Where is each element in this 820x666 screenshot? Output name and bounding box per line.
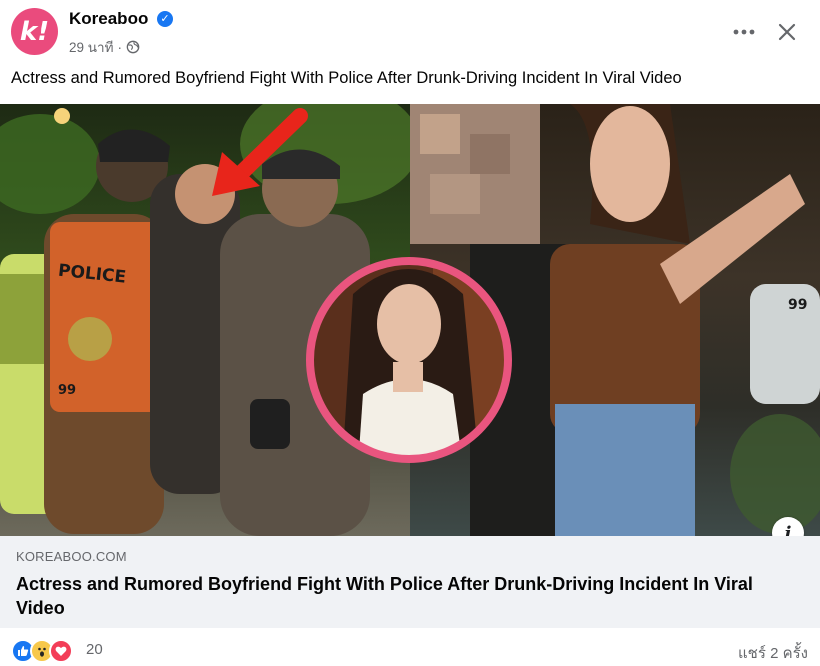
link-preview-image[interactable]: POLICE 99 99 [0,104,820,536]
share-count[interactable]: แชร์ 2 ครั้ง [738,641,808,665]
post-caption: Actress and Rumored Boyfriend Fight With… [11,69,682,87]
close-button[interactable] [769,14,805,50]
reaction-icons[interactable] [11,639,73,663]
love-icon [49,639,73,663]
link-title[interactable]: Actress and Rumored Boyfriend Fight With… [16,572,796,620]
koreaboo-logo: k! [19,16,50,47]
reaction-count[interactable]: 20 [86,641,103,658]
post-meta: 29 นาที · [69,36,140,58]
inset-portrait-circle [306,257,512,463]
link-preview-card[interactable]: KOREABOO.COM Actress and Rumored Boyfrie… [0,536,820,628]
verified-badge-icon: ✓ [157,11,173,27]
page-avatar[interactable]: k! [11,8,58,55]
meta-separator: · [117,39,122,55]
post-timestamp[interactable]: 29 นาที [69,36,113,58]
vest-number-text: 99 [58,383,76,398]
post-footer: 20 แชร์ 2 ครั้ง [0,628,820,666]
link-domain: KOREABOO.COM [16,549,127,564]
globe-icon [126,40,140,54]
close-icon [778,23,796,41]
more-options-button[interactable] [726,14,762,50]
more-dots-icon [733,29,755,35]
car-number-text: 99 [788,297,807,313]
page-name-link[interactable]: Koreaboo [69,9,148,29]
post-header: k! Koreaboo ✓ 29 นาที · [0,0,820,62]
